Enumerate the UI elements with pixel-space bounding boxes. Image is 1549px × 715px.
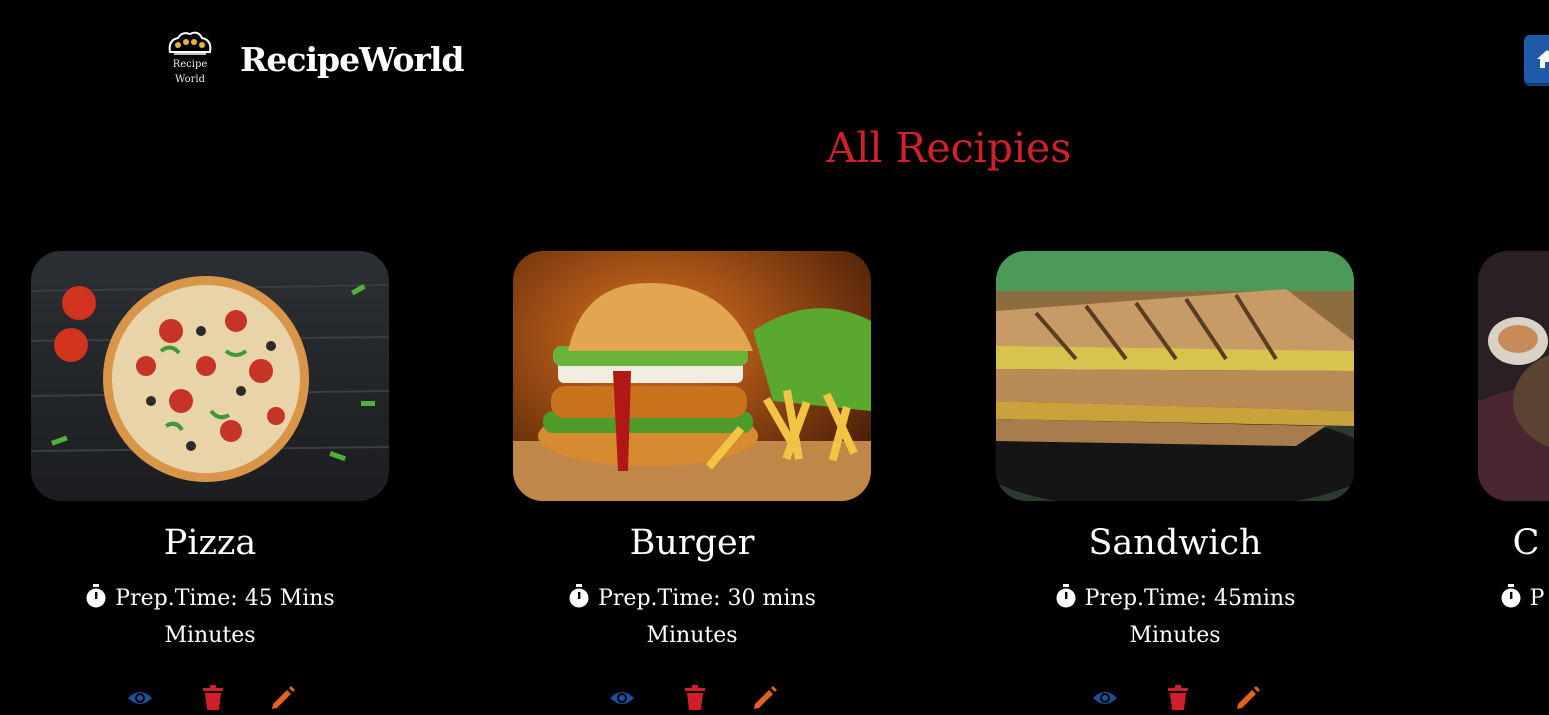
logo: Recipe World [160, 28, 220, 90]
prep-value: 45mins [1214, 586, 1296, 611]
eye-icon[interactable] [127, 685, 153, 711]
prep-label: Prep.Time: [598, 586, 721, 611]
recipe-name: Pizza [163, 523, 257, 563]
prep-label: P [1529, 586, 1545, 611]
timer-icon [1501, 584, 1521, 608]
recipe-actions [609, 685, 778, 711]
brand[interactable]: Recipe World RecipeWorld [160, 28, 464, 90]
pencil-icon[interactable] [752, 685, 778, 711]
recipe-name: C [1512, 523, 1540, 563]
page: Recipe World RecipeWorld All Recipies Pi… [0, 0, 1549, 715]
trash-icon[interactable] [200, 685, 226, 711]
timer-icon [1056, 584, 1076, 608]
pencil-icon[interactable] [270, 685, 296, 711]
recipe-image-sandwich[interactable] [996, 251, 1354, 501]
recipe-image-pizza[interactable] [31, 251, 389, 501]
recipe-prep-time: Prep.Time: 45mins [996, 584, 1354, 611]
recipe-card-burger: Burger Prep.Time: 30 mins Minutes [513, 251, 871, 710]
eye-icon[interactable] [1092, 685, 1118, 711]
page-title: All Recipies [826, 124, 1072, 172]
recipe-prep-time: P [1343, 584, 1549, 611]
prep-value: 45 Mins [244, 586, 335, 611]
brand-name[interactable]: RecipeWorld [240, 40, 464, 79]
trash-icon[interactable] [1165, 685, 1191, 711]
recipe-prep-time: Prep.Time: 30 mins [513, 584, 871, 611]
prep-label: Prep.Time: [115, 586, 238, 611]
recipe-prep-time: Prep.Time: 45 Mins [31, 584, 389, 611]
recipe-card-sandwich: Sandwich Prep.Time: 45mins Minutes [996, 251, 1354, 710]
home-button[interactable] [1524, 35, 1549, 86]
timer-icon [569, 584, 589, 608]
eye-icon[interactable] [609, 685, 635, 711]
recipe-image-burger[interactable] [513, 251, 871, 501]
recipe-prep-unit: Minutes [164, 623, 256, 648]
prep-value: 30 mins [727, 586, 816, 611]
recipe-image-partial[interactable] [1478, 251, 1549, 501]
recipe-card-partial: C P [1478, 251, 1549, 611]
recipe-actions [127, 685, 296, 711]
logo-text-top: Recipe [172, 59, 208, 70]
recipe-name: Burger [629, 523, 755, 563]
recipe-card-pizza: Pizza Prep.Time: 45 Mins Minutes [31, 251, 389, 710]
logo-text-bottom: World [175, 74, 205, 85]
timer-icon [86, 584, 106, 608]
recipe-prep-unit: Minutes [646, 623, 738, 648]
recipe-actions [1092, 685, 1261, 711]
prep-label: Prep.Time: [1084, 586, 1208, 611]
trash-icon[interactable] [682, 685, 708, 711]
recipe-name: Sandwich [1088, 523, 1262, 563]
pencil-icon[interactable] [1235, 685, 1261, 711]
recipe-prep-unit: Minutes [1129, 623, 1221, 648]
home-icon [1537, 50, 1549, 68]
